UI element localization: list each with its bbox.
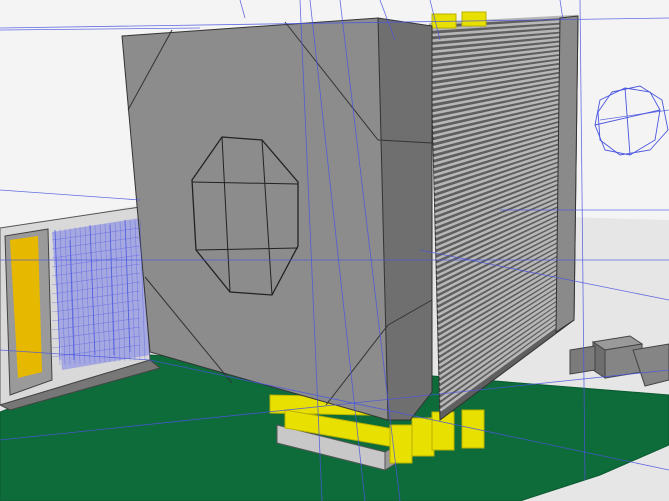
heatpipe-top <box>461 11 487 27</box>
heatpipe-leg <box>411 417 435 457</box>
scene-canvas[interactable] <box>0 0 669 501</box>
cad-3d-viewport[interactable] <box>0 0 669 501</box>
heatpipe-leg <box>461 409 485 449</box>
